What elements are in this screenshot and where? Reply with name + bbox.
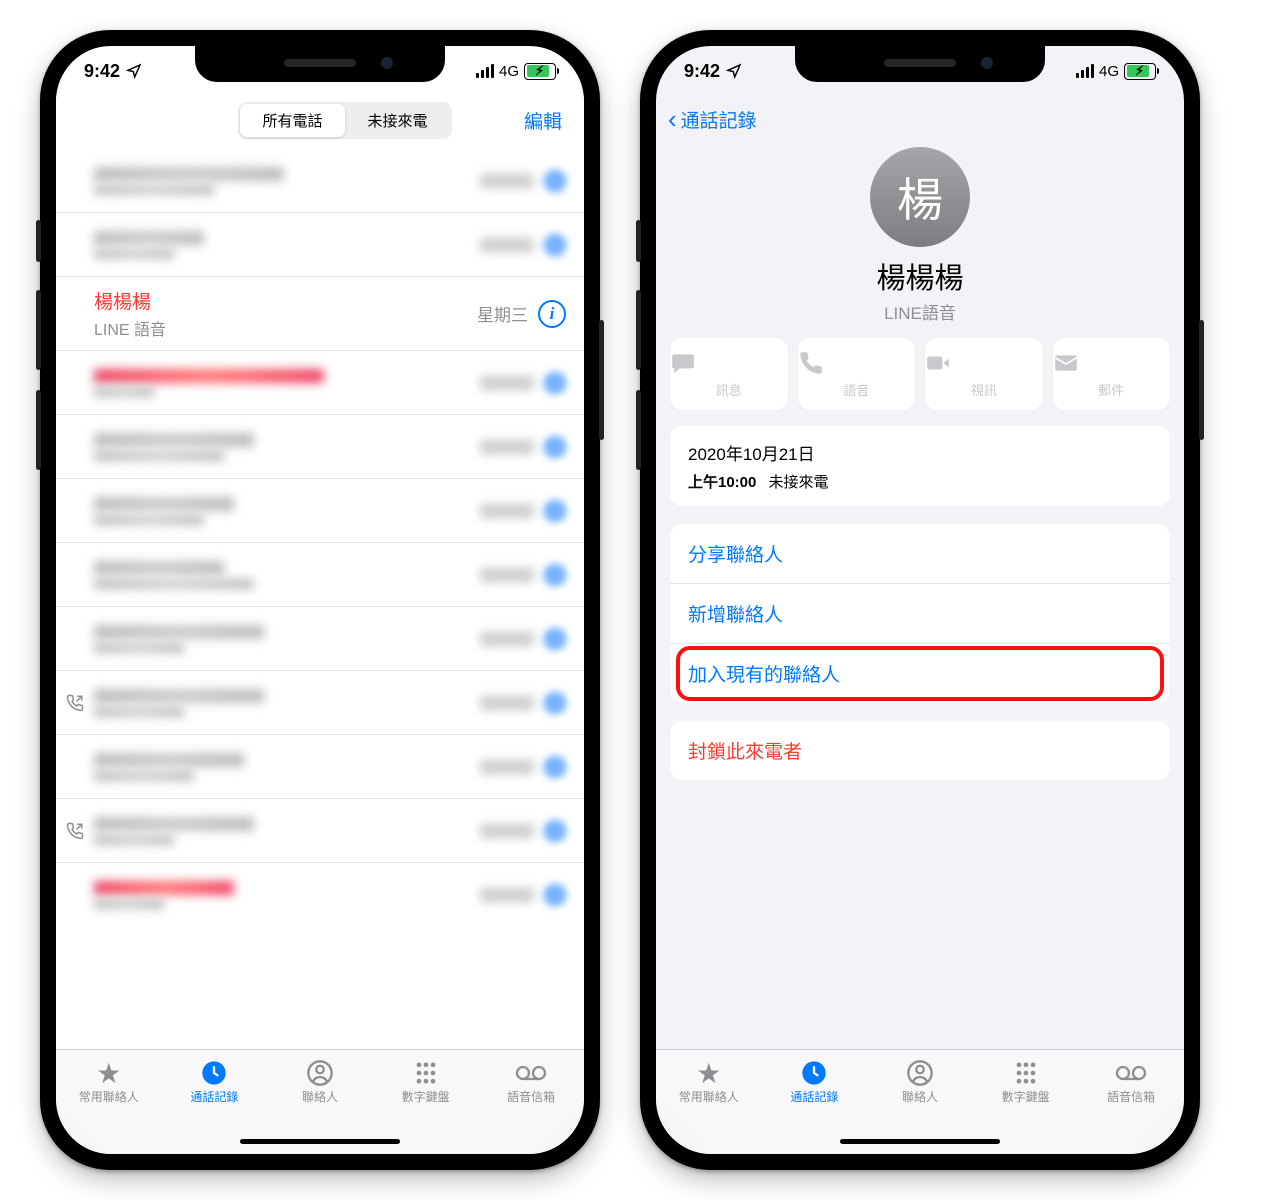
phone-right: 9:42 4G ⚡︎ ‹ 通話記錄 楊 楊楊楊 LINE語音 訊息 (640, 30, 1200, 1170)
call-row[interactable] (56, 479, 584, 543)
video-button[interactable]: 視訊 (925, 338, 1043, 410)
message-icon (670, 350, 788, 376)
tab-favorites[interactable]: ★ 常用聯絡人 (656, 1058, 762, 1106)
caller-name: 楊楊楊 (94, 287, 467, 314)
clock: 9:42 (84, 61, 120, 82)
seg-missed[interactable]: 未接來電 (345, 104, 450, 137)
call-row[interactable] (56, 543, 584, 607)
tab-recents[interactable]: 通話記錄 (762, 1058, 868, 1106)
location-icon (726, 63, 742, 79)
keypad-icon (373, 1058, 479, 1088)
contact-header: 楊 楊楊楊 LINE語音 (656, 143, 1184, 338)
voicemail-icon (478, 1058, 584, 1088)
history-date: 2020年10月21日 (688, 440, 1152, 465)
star-icon: ★ (56, 1058, 162, 1088)
outgoing-icon (66, 694, 84, 712)
person-icon (267, 1058, 373, 1088)
call-row[interactable] (56, 735, 584, 799)
network-label: 4G (499, 63, 519, 80)
signal-icon (476, 64, 494, 78)
phone-icon (798, 350, 916, 376)
tab-contacts[interactable]: 聯絡人 (267, 1058, 373, 1106)
tab-voicemail[interactable]: 語音信箱 (478, 1058, 584, 1106)
call-date: 星期三 (477, 301, 528, 326)
history-time: 上午10:00 (688, 474, 756, 491)
signal-icon (1076, 64, 1094, 78)
call-row[interactable] (56, 415, 584, 479)
contact-name: 楊楊楊 (656, 255, 1184, 297)
tab-contacts[interactable]: 聯絡人 (867, 1058, 973, 1106)
edit-button[interactable]: 編輯 (524, 107, 562, 134)
tab-bar: ★ 常用聯絡人 通話記錄 聯絡人 數字鍵盤 (56, 1049, 584, 1154)
message-button[interactable]: 訊息 (670, 338, 788, 410)
history-label: 未接來電 (769, 474, 829, 491)
home-indicator[interactable] (840, 1139, 1000, 1144)
call-row[interactable] (56, 863, 584, 927)
action-list-2: 封鎖此來電者 (670, 721, 1170, 780)
call-row-highlighted[interactable]: 楊楊楊 LINE 語音 星期三 i (56, 277, 584, 351)
clock: 9:42 (684, 61, 720, 82)
call-row[interactable] (56, 149, 584, 213)
call-row[interactable] (56, 799, 584, 863)
voice-button[interactable]: 語音 (798, 338, 916, 410)
caller-sub: LINE 語音 (94, 316, 467, 340)
clock-icon (162, 1058, 268, 1088)
call-row[interactable] (56, 607, 584, 671)
video-icon (925, 350, 1043, 376)
outgoing-icon (66, 822, 84, 840)
call-row[interactable] (56, 351, 584, 415)
network-label: 4G (1099, 63, 1119, 80)
voicemail-icon (1078, 1058, 1184, 1088)
tab-recents[interactable]: 通話記錄 (162, 1058, 268, 1106)
tab-favorites[interactable]: ★ 常用聯絡人 (56, 1058, 162, 1106)
contact-sub: LINE語音 (656, 299, 1184, 324)
tab-keypad[interactable]: 數字鍵盤 (973, 1058, 1079, 1106)
star-icon: ★ (656, 1058, 762, 1088)
calls-segmented-control[interactable]: 所有電話 未接來電 (238, 102, 452, 139)
share-contact[interactable]: 分享聯絡人 (670, 524, 1170, 584)
back-button[interactable]: ‹ 通話記錄 (656, 96, 1184, 143)
mail-icon (1053, 350, 1171, 376)
tab-bar: ★ 常用聯絡人 通話記錄 聯絡人 數字鍵盤 (656, 1049, 1184, 1154)
action-row: 訊息 語音 視訊 郵件 (656, 338, 1184, 426)
call-row[interactable] (56, 213, 584, 277)
person-icon (867, 1058, 973, 1088)
call-history-card: 2020年10月21日 上午10:00 未接來電 (670, 426, 1170, 506)
phone-left: 9:42 4G ⚡︎ 所有電話 未接來電 編輯 (40, 30, 600, 1170)
location-icon (126, 63, 142, 79)
recents-list[interactable]: 楊楊楊 LINE 語音 星期三 i (56, 149, 584, 927)
battery-icon: ⚡︎ (1124, 63, 1156, 80)
add-existing-contact[interactable]: 加入現有的聯絡人 (670, 644, 1170, 703)
battery-icon: ⚡︎ (524, 63, 556, 80)
chevron-left-icon: ‹ (668, 104, 677, 135)
tab-voicemail[interactable]: 語音信箱 (1078, 1058, 1184, 1106)
block-caller[interactable]: 封鎖此來電者 (670, 721, 1170, 780)
keypad-icon (973, 1058, 1079, 1088)
avatar: 楊 (870, 147, 970, 247)
action-list-1: 分享聯絡人 新增聯絡人 加入現有的聯絡人 (670, 524, 1170, 703)
info-icon[interactable]: i (538, 300, 566, 328)
home-indicator[interactable] (240, 1139, 400, 1144)
clock-icon (762, 1058, 868, 1088)
tab-keypad[interactable]: 數字鍵盤 (373, 1058, 479, 1106)
call-row[interactable] (56, 671, 584, 735)
mail-button[interactable]: 郵件 (1053, 338, 1171, 410)
seg-all[interactable]: 所有電話 (240, 104, 345, 137)
add-new-contact[interactable]: 新增聯絡人 (670, 584, 1170, 644)
